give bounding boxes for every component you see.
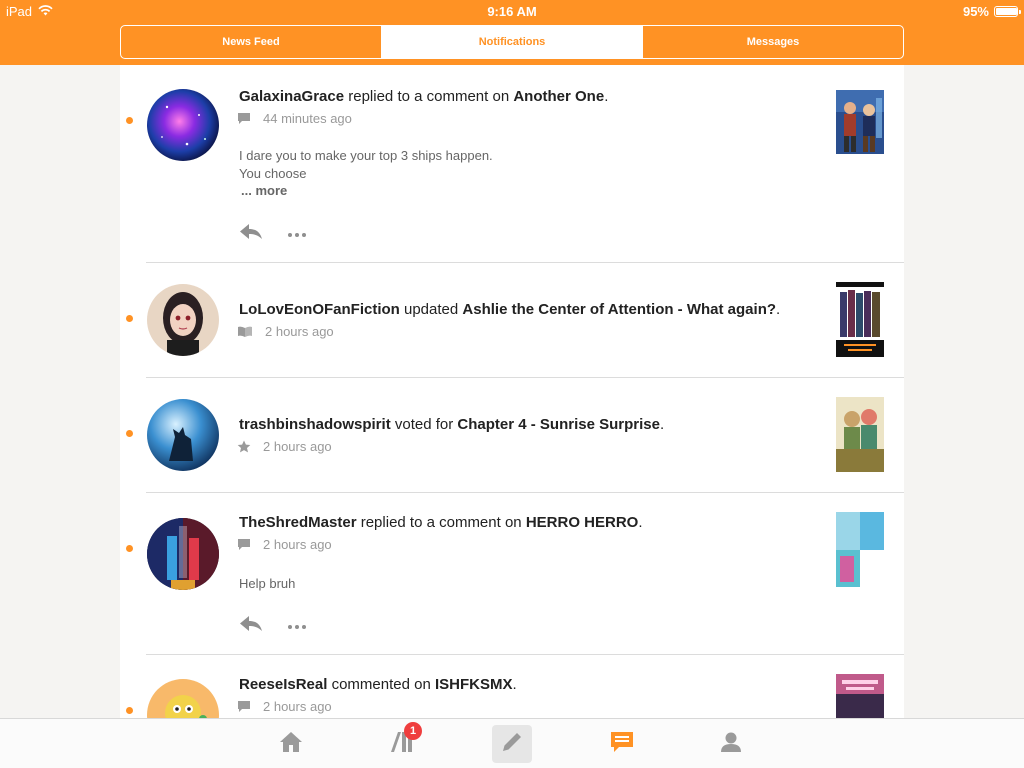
notification-meta: 2 hours ago [237,439,332,454]
timestamp: 44 minutes ago [263,111,352,126]
notification-text: GalaxinaGrace replied to a comment on An… [239,88,819,105]
comment-line: I dare you to make your top 3 ships happ… [239,148,493,163]
notifications-icon [609,730,635,759]
notification-meta: 44 minutes ago [237,111,352,126]
action-text: replied to a comment on [360,514,522,531]
comment-icon [237,112,251,125]
avatar[interactable] [147,679,219,718]
punctuation: . [512,676,517,693]
timestamp: 2 hours ago [263,537,332,552]
notifications-tab[interactable] [602,725,642,763]
punctuation: . [638,514,643,531]
comment-icon [237,538,251,551]
story-title[interactable]: Ashlie the Center of Attention - What ag… [462,301,776,318]
notifications-list: GalaxinaGrace replied to a comment on An… [120,65,904,718]
profile-icon [720,731,742,758]
notification-meta: 2 hours ago [237,699,332,714]
story-cover-thumbnail[interactable] [836,90,884,154]
notification-item[interactable]: LoLovEonOFanFiction updated Ashlie the C… [120,263,904,378]
more-link[interactable]: ... more [241,183,287,198]
username[interactable]: ReeseIsReal [239,676,327,693]
comment-icon [237,700,251,713]
story-title[interactable]: HERRO HERRO [526,514,639,531]
notification-item[interactable]: GalaxinaGrace replied to a comment on An… [120,65,904,263]
bottom-tab-bar: 1 [0,718,1024,768]
battery-icon [994,6,1021,17]
reply-icon[interactable] [239,615,263,637]
notification-text: TheShredMaster replied to a comment on H… [239,514,819,531]
library-badge: 1 [404,722,422,740]
status-bar: iPad 9:16 AM 95% [0,0,1024,22]
comment-line: You choose [239,166,307,181]
punctuation: . [659,416,665,433]
unread-dot [126,117,133,124]
avatar[interactable] [147,284,219,356]
home-tab[interactable] [271,725,311,763]
notification-item[interactable]: ReeseIsReal commented on ISHFKSMX. 2 hou… [120,655,904,718]
home-icon [279,731,303,758]
action-text: commented on [331,676,431,693]
unread-dot [126,430,133,437]
library-tab[interactable]: 1 [382,722,422,763]
avatar[interactable] [147,399,219,471]
star-icon [237,440,251,453]
comment-body: Help bruh [239,575,295,593]
notification-text: ReeseIsReal commented on ISHFKSMX. [239,676,819,693]
timestamp: 2 hours ago [263,439,332,454]
notification-text: trashbinshadowspirit voted for Chapter 4… [239,416,819,433]
notification-item[interactable]: trashbinshadowspirit voted for Chapter 4… [120,378,904,493]
story-title[interactable]: Another One [513,88,604,105]
story-cover-thumbnail[interactable] [836,674,884,718]
chapter-title[interactable]: Chapter 4 - Sunrise Surprise [457,416,660,433]
clock: 9:16 AM [487,4,537,19]
action-text: voted for [394,416,454,433]
timestamp: 2 hours ago [265,324,334,339]
comment-actions [239,615,307,637]
reply-icon[interactable] [239,223,263,245]
story-cover-thumbnail[interactable] [836,512,884,587]
more-options-icon[interactable] [287,617,307,635]
notification-meta: 2 hours ago [237,324,334,339]
comment-body: I dare you to make your top 3 ships happ… [239,147,493,183]
story-cover-thumbnail[interactable] [836,397,884,472]
write-icon [500,730,524,759]
punctuation: . [776,301,781,318]
notification-meta: 2 hours ago [237,537,332,552]
story-cover-thumbnail[interactable] [836,282,884,357]
story-title[interactable]: ISHFKSMX [435,676,513,693]
battery-percent: 95% [962,4,989,19]
action-text: replied to a comment on [348,88,510,105]
feed-segmented-control: News Feed Notifications Messages [120,25,904,59]
username[interactable]: GalaxinaGrace [239,88,344,105]
punctuation: . [604,88,609,105]
notification-item-4-content: TheShredMaster replied to a comment on H… [120,493,904,655]
action-text: updated [404,301,459,318]
write-tab[interactable] [492,725,532,763]
book-icon [237,325,253,338]
username[interactable]: LoLovEonOFanFiction [239,301,400,318]
tab-messages[interactable]: Messages [642,26,903,58]
username[interactable]: trashbinshadowspirit [239,416,391,433]
avatar[interactable] [147,89,219,161]
timestamp: 2 hours ago [263,699,332,714]
username[interactable]: TheShredMaster [239,514,357,531]
comment-actions [239,223,307,245]
more-options-icon[interactable] [287,225,307,243]
comment-line: Help bruh [239,576,296,591]
unread-dot [126,707,133,714]
unread-dot [126,315,133,322]
profile-tab[interactable] [711,725,751,763]
notification-text: LoLovEonOFanFiction updated Ashlie the C… [239,301,819,318]
top-bar: iPad 9:16 AM 95% News Feed Notifications… [0,0,1024,65]
tab-notifications[interactable]: Notifications [381,26,642,58]
tab-news-feed[interactable]: News Feed [121,26,381,58]
